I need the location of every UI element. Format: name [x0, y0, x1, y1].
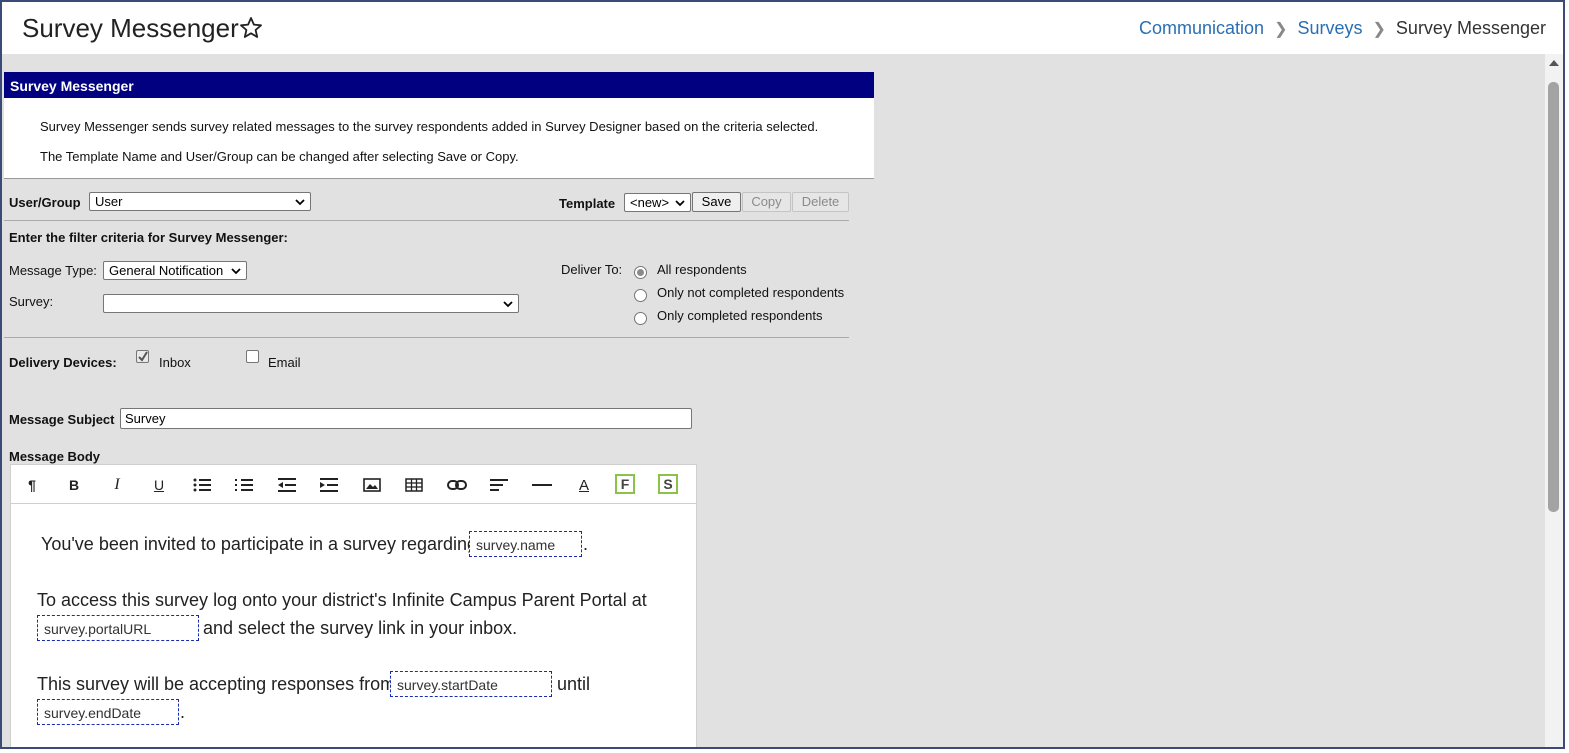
- body-period-1: .: [583, 534, 589, 554]
- message-body-editor[interactable]: You've been invited to participate in a …: [10, 504, 697, 747]
- chevron-down-icon: [295, 199, 305, 206]
- filter-heading: Enter the filter criteria for Survey Mes…: [9, 230, 288, 245]
- inbox-checkbox[interactable]: [136, 350, 149, 363]
- deliver-to-label: Deliver To:: [561, 262, 623, 277]
- message-type-value: General Notification: [109, 263, 224, 278]
- checkmark-icon: [138, 351, 148, 362]
- outdent-icon[interactable]: [276, 474, 298, 496]
- token-start-date[interactable]: survey.startDate: [390, 671, 552, 697]
- radio-not-completed[interactable]: [634, 289, 647, 302]
- body-line-4: This survey will be accepting responses …: [37, 674, 396, 694]
- inbox-label: Inbox: [159, 355, 191, 370]
- save-button[interactable]: Save: [692, 192, 741, 212]
- radio-completed[interactable]: [634, 312, 647, 325]
- template-label: Template: [559, 196, 616, 211]
- underline-icon[interactable]: U: [148, 474, 170, 496]
- not-completed-label: Only not completed respondents: [657, 285, 845, 300]
- breadcrumb-surveys[interactable]: Surveys: [1297, 18, 1362, 39]
- editor-toolbar: ¶ B I U A F S: [10, 464, 697, 504]
- divider: [4, 337, 849, 338]
- description-line-2: The Template Name and User/Group can be …: [40, 149, 519, 164]
- message-subject-input[interactable]: Survey: [120, 408, 692, 429]
- divider: [4, 220, 849, 221]
- vertical-scrollbar[interactable]: [1545, 54, 1563, 747]
- chevron-right-icon: ❯: [1372, 20, 1386, 38]
- image-icon[interactable]: [361, 474, 383, 496]
- template-value: <new>: [630, 195, 670, 210]
- paragraph-icon[interactable]: ¶: [21, 474, 43, 496]
- bullet-list-icon[interactable]: [191, 474, 213, 496]
- radio-all-respondents[interactable]: [634, 266, 647, 279]
- survey-select[interactable]: [103, 294, 519, 313]
- font-color-icon[interactable]: A: [573, 474, 595, 496]
- breadcrumb-communication[interactable]: Communication: [1139, 18, 1264, 39]
- email-label: Email: [268, 355, 301, 370]
- scrollbar-thumb[interactable]: [1548, 82, 1559, 512]
- description-line-1: Survey Messenger sends survey related me…: [40, 119, 819, 134]
- breadcrumb-current: Survey Messenger: [1395, 18, 1546, 38]
- message-body-label: Message Body: [9, 449, 101, 464]
- bold-icon[interactable]: B: [63, 474, 85, 496]
- message-type-label: Message Type:: [9, 263, 97, 278]
- body-line-3: and select the survey link in your inbox…: [203, 618, 518, 638]
- copy-button[interactable]: Copy: [742, 192, 791, 212]
- breadcrumb: Communication ❯ Surveys ❯ Survey Messeng…: [1139, 18, 1546, 39]
- panel-header: Survey Messenger: [4, 72, 874, 98]
- page-title: Survey Messenger: [22, 13, 239, 43]
- app-window: Survey Messenger Communication ❯ Surveys…: [0, 0, 1565, 749]
- chevron-down-icon: [503, 301, 513, 308]
- email-checkbox[interactable]: [246, 350, 259, 363]
- indent-icon[interactable]: [318, 474, 340, 496]
- message-type-select[interactable]: General Notification: [103, 261, 247, 280]
- numbered-list-icon[interactable]: [233, 474, 255, 496]
- horizontal-rule-icon[interactable]: [531, 474, 553, 496]
- align-icon[interactable]: [488, 474, 510, 496]
- token-end-date[interactable]: survey.endDate: [37, 699, 179, 725]
- delete-button[interactable]: Delete: [792, 192, 849, 212]
- message-subject-label: Message Subject: [9, 412, 115, 427]
- italic-icon[interactable]: I: [106, 474, 128, 496]
- body-period-2: .: [180, 702, 186, 722]
- token-survey-name[interactable]: survey.name: [469, 531, 582, 557]
- body-line-2: To access this survey log onto your dist…: [37, 590, 647, 610]
- field-icon[interactable]: F: [615, 474, 635, 494]
- table-icon[interactable]: [403, 474, 425, 496]
- chevron-down-icon: [675, 200, 685, 207]
- user-group-label: User/Group: [9, 195, 81, 210]
- favorite-star-icon[interactable]: [239, 16, 263, 40]
- body-line-5: until: [557, 674, 591, 694]
- completed-label: Only completed respondents: [657, 308, 823, 323]
- user-group-select[interactable]: User: [89, 192, 311, 211]
- chevron-right-icon: ❯: [1274, 20, 1288, 38]
- token-portal-url[interactable]: survey.portalURL: [37, 615, 199, 641]
- sub-report-icon[interactable]: S: [658, 474, 678, 494]
- top-bar: Survey Messenger Communication ❯ Surveys…: [2, 2, 1563, 54]
- survey-label: Survey:: [9, 294, 54, 309]
- template-select[interactable]: <new>: [624, 193, 691, 212]
- all-respondents-label: All respondents: [657, 262, 747, 277]
- delivery-devices-label: Delivery Devices:: [9, 355, 117, 370]
- link-icon[interactable]: [446, 474, 468, 496]
- scroll-up-icon[interactable]: [1549, 60, 1559, 66]
- user-group-value: User: [95, 194, 123, 209]
- panel-description: Survey Messenger sends survey related me…: [4, 98, 874, 179]
- body-line-1: You've been invited to participate in a …: [41, 534, 478, 554]
- chevron-down-icon: [231, 268, 241, 275]
